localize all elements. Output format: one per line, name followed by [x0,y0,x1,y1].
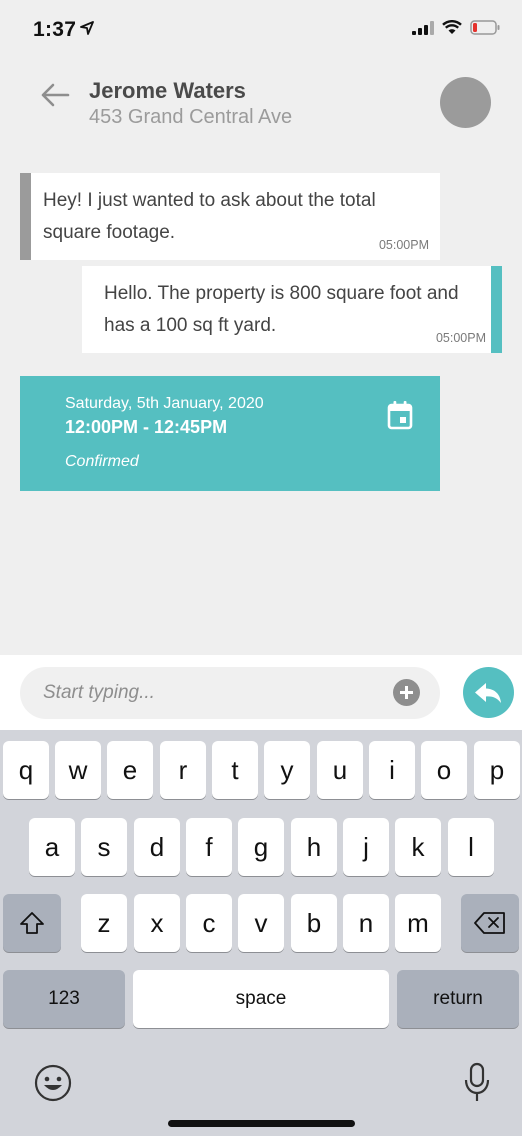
calendar-icon[interactable] [387,400,413,430]
battery-icon [470,20,500,35]
key-k[interactable]: k [395,818,441,876]
appointment-date: Saturday, 5th January, 2020 [65,395,264,412]
key-f[interactable]: f [186,818,232,876]
status-time: 1:37 [33,18,77,41]
key-o[interactable]: o [421,741,467,799]
key-i[interactable]: i [369,741,415,799]
chat-header: Jerome Waters 453 Grand Central Ave [0,70,522,140]
key-l[interactable]: l [448,818,494,876]
key-e[interactable]: e [107,741,153,799]
shift-icon [20,912,44,934]
location-arrow-icon [80,21,94,35]
composer-bar [0,655,522,730]
contact-name: Jerome Waters [89,78,246,103]
status-icons [412,20,500,35]
key-v[interactable]: v [238,894,284,952]
key-s[interactable]: s [81,818,127,876]
key-t[interactable]: t [212,741,258,799]
key-p[interactable]: p [474,741,520,799]
return-key[interactable]: return [397,970,519,1028]
key-u[interactable]: u [317,741,363,799]
appointment-status: Confirmed [65,453,139,470]
appointment-card[interactable]: Saturday, 5th January, 2020 12:00PM - 12… [20,376,440,491]
key-r[interactable]: r [160,741,206,799]
key-g[interactable]: g [238,818,284,876]
key-d[interactable]: d [134,818,180,876]
message-outgoing: Hello. The property is 800 square foot a… [82,266,502,353]
plus-circle-icon[interactable] [393,679,420,706]
microphone-icon[interactable] [463,1062,491,1104]
key-n[interactable]: n [343,894,389,952]
key-x[interactable]: x [134,894,180,952]
home-indicator[interactable] [168,1120,355,1127]
key-a[interactable]: a [29,818,75,876]
space-key[interactable]: space [133,970,389,1028]
backspace-key[interactable] [461,894,519,952]
backspace-icon [474,912,505,934]
key-b[interactable]: b [291,894,337,952]
message-input[interactable] [20,667,440,719]
key-m[interactable]: m [395,894,441,952]
wifi-icon [442,20,462,34]
emoji-icon[interactable] [34,1064,72,1102]
key-q[interactable]: q [3,741,49,799]
send-button[interactable] [463,667,514,718]
shift-key[interactable] [3,894,61,952]
keyboard: q w e r t y u i o p a s d f g h j k l z … [0,730,522,1136]
status-bar: 1:37 [0,0,522,62]
key-z[interactable]: z [81,894,127,952]
key-y[interactable]: y [264,741,310,799]
appointment-time: 12:00PM - 12:45PM [65,417,228,437]
contact-address: 453 Grand Central Ave [89,106,293,128]
key-c[interactable]: c [186,894,232,952]
message-time: 05:00PM [435,331,486,345]
message-text: Hello. The property is 800 square foot a… [104,283,459,336]
signal-icon [412,20,434,35]
avatar[interactable] [440,77,491,128]
message-text: Hey! I just wanted to ask about the tota… [43,190,376,243]
message-time: 05:00PM [378,238,429,252]
key-w[interactable]: w [55,741,101,799]
back-arrow-icon[interactable] [38,80,72,110]
reply-arrow-icon [475,683,501,703]
message-incoming: Hey! I just wanted to ask about the tota… [20,173,440,260]
key-j[interactable]: j [343,818,389,876]
key-h[interactable]: h [291,818,337,876]
numbers-key[interactable]: 123 [3,970,125,1028]
